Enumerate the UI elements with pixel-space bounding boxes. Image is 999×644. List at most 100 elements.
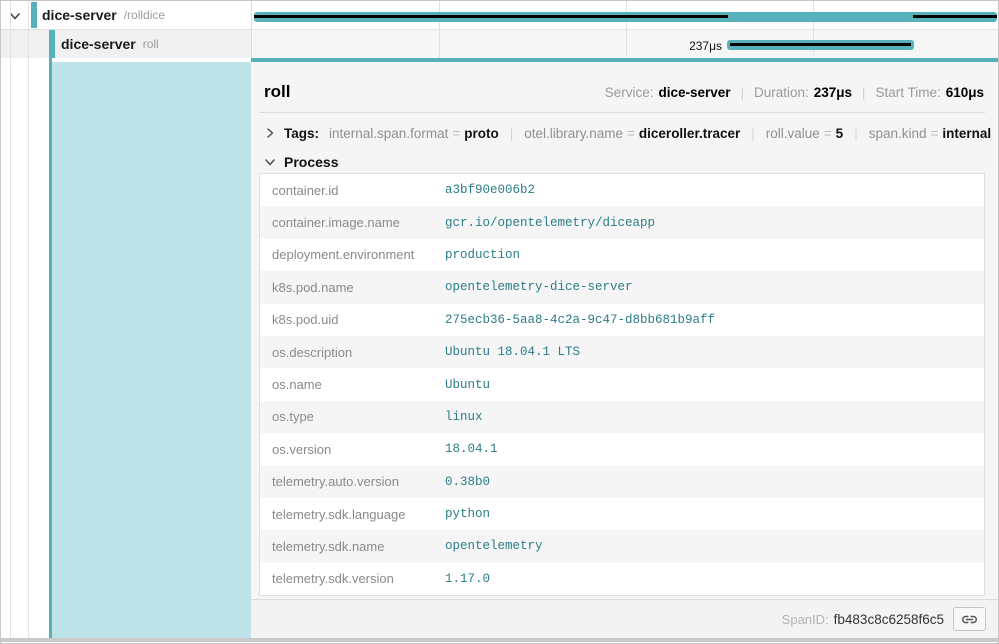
tag-separator: | (510, 126, 514, 141)
tag-value: proto (464, 126, 499, 141)
span-detail-footer: SpanID: fb483c8c6258f6c5 (251, 599, 998, 638)
span-bar-roll[interactable] (727, 40, 914, 50)
tag-equals: = (931, 126, 939, 141)
span-meta: Service:dice-server | Duration: 237μs | Start… (605, 85, 984, 100)
operation-name: roll (143, 37, 159, 51)
process-table-row: telemetry.sdk.version1.17.0 (260, 563, 984, 595)
tag-pair: span.kind=internal (869, 126, 991, 141)
meta-value: 237μs (814, 85, 852, 100)
process-table-row: container.image.namegcr.io/opentelemetry… (260, 206, 984, 238)
meta-label: Start Time: (875, 85, 940, 100)
span-duration-label: 237μs (630, 39, 722, 53)
process-key: container.image.name (260, 215, 445, 230)
meta-item: Start Time: 610μs (875, 85, 984, 100)
meta-item: Service:dice-server (605, 85, 731, 100)
process-value: Ubuntu (445, 378, 490, 392)
process-key: os.description (260, 345, 445, 360)
meta-label: Service: (605, 85, 654, 100)
tag-equals: = (627, 126, 635, 141)
tag-separator: | (751, 126, 755, 141)
process-table-row: os.typelinux (260, 401, 984, 433)
detail-left-fill (52, 62, 251, 638)
process-table-row: os.descriptionUbuntu 18.04.1 LTS (260, 336, 984, 368)
process-value: 18.04.1 (445, 442, 498, 456)
process-value: gcr.io/opentelemetry/diceapp (445, 216, 655, 230)
span-bar-rolldice[interactable] (254, 12, 997, 22)
self-time-stripe (730, 43, 911, 46)
process-key: telemetry.auto.version (260, 474, 445, 489)
process-value: Ubuntu 18.04.1 LTS (445, 345, 580, 359)
service-name: dice-server (61, 36, 136, 52)
meta-item: Duration: 237μs (754, 85, 852, 100)
tag-value: 5 (836, 126, 844, 141)
process-key: telemetry.sdk.name (260, 539, 445, 554)
process-table-row: os.nameUbuntu (260, 368, 984, 400)
tag-key: otel.library.name (524, 126, 623, 141)
span-tree-row-rolldice[interactable]: dice-server /rolldice (1, 1, 251, 30)
tag-separator: | (854, 126, 858, 141)
meta-separator: | (741, 85, 744, 100)
process-label: Process (284, 154, 338, 170)
indent-guide (10, 1, 11, 638)
process-key: k8s.pod.name (260, 280, 445, 295)
tag-pair: internal.span.format = proto (329, 126, 499, 141)
tags-summary: internal.span.format = proto | otel.library.… (329, 126, 991, 141)
tags-accordion[interactable]: Tags: internal.span.format = proto | otel.li… (264, 122, 984, 144)
tag-key: internal.span.format (329, 126, 448, 141)
horizontal-scrollbar-track[interactable] (1, 638, 998, 642)
meta-separator: | (862, 85, 865, 100)
service-color-marker (31, 2, 37, 28)
process-value: 1.17.0 (445, 572, 490, 586)
tags-label: Tags: (284, 126, 319, 141)
span-deeplink-button[interactable] (953, 607, 986, 631)
process-value: 275ecb36-5aa8-4c2a-9c47-d8bb681b9aff (445, 313, 715, 327)
trace-detail-view: dice-server /rolldice dice-server roll 2… (0, 0, 999, 644)
process-key: telemetry.sdk.version (260, 571, 445, 586)
tag-value: diceroller.tracer (639, 126, 740, 141)
tag-pair: otel.library.name = diceroller.tracer (524, 126, 740, 141)
service-color-marker (49, 30, 55, 58)
tag-equals: = (452, 126, 460, 141)
process-table-row: telemetry.sdk.languagepython (260, 498, 984, 530)
process-key: k8s.pod.uid (260, 312, 445, 327)
chevron-right-icon (264, 127, 276, 139)
chevron-down-icon (264, 156, 276, 168)
process-key: container.id (260, 183, 445, 198)
process-accordion[interactable]: Process (264, 152, 338, 172)
operation-name: /rolldice (124, 8, 165, 22)
tag-key: roll.value (766, 126, 820, 141)
service-name: dice-server (42, 7, 117, 23)
process-table-row: os.version18.04.1 (260, 433, 984, 465)
span-detail-header: roll Service:dice-server | Duration: 237μs |… (264, 76, 984, 108)
process-key-value-table: container.ida3bf90e006b2container.image.… (259, 173, 985, 596)
self-time-stripe (913, 15, 997, 18)
indent-guide (28, 1, 29, 638)
trace-timeline: 237μs (251, 1, 998, 58)
tag-equals: = (824, 126, 832, 141)
process-table-row: k8s.pod.uid275ecb36-5aa8-4c2a-9c47-d8bb6… (260, 304, 984, 336)
process-key: os.version (260, 442, 445, 457)
tag-value: internal (942, 126, 991, 141)
spanid-label: SpanID: (782, 612, 829, 627)
process-key: telemetry.sdk.language (260, 507, 445, 522)
self-time-stripe (254, 15, 728, 18)
tag-pair: roll.value = 5 (766, 126, 843, 141)
link-icon (961, 613, 978, 626)
timeline-gridline-50 (626, 1, 627, 58)
timeline-gridline-25 (439, 1, 440, 58)
process-value: a3bf90e006b2 (445, 183, 535, 197)
meta-value: 610μs (946, 85, 984, 100)
process-key: os.type (260, 409, 445, 424)
process-table-row: telemetry.auto.version0.38b0 (260, 466, 984, 498)
process-value: opentelemetry-dice-server (445, 280, 633, 294)
span-title: roll (264, 82, 290, 102)
process-table-row: k8s.pod.nameopentelemetry-dice-server (260, 271, 984, 303)
header-divider (259, 112, 985, 113)
span-tree-row-roll-selected[interactable]: dice-server roll (1, 30, 251, 58)
process-value: 0.38b0 (445, 475, 490, 489)
process-value: linux (445, 410, 483, 424)
process-table-row: deployment.environmentproduction (260, 239, 984, 271)
meta-label: Duration: (754, 85, 809, 100)
process-table-row: container.ida3bf90e006b2 (260, 174, 984, 206)
process-key: os.name (260, 377, 445, 392)
